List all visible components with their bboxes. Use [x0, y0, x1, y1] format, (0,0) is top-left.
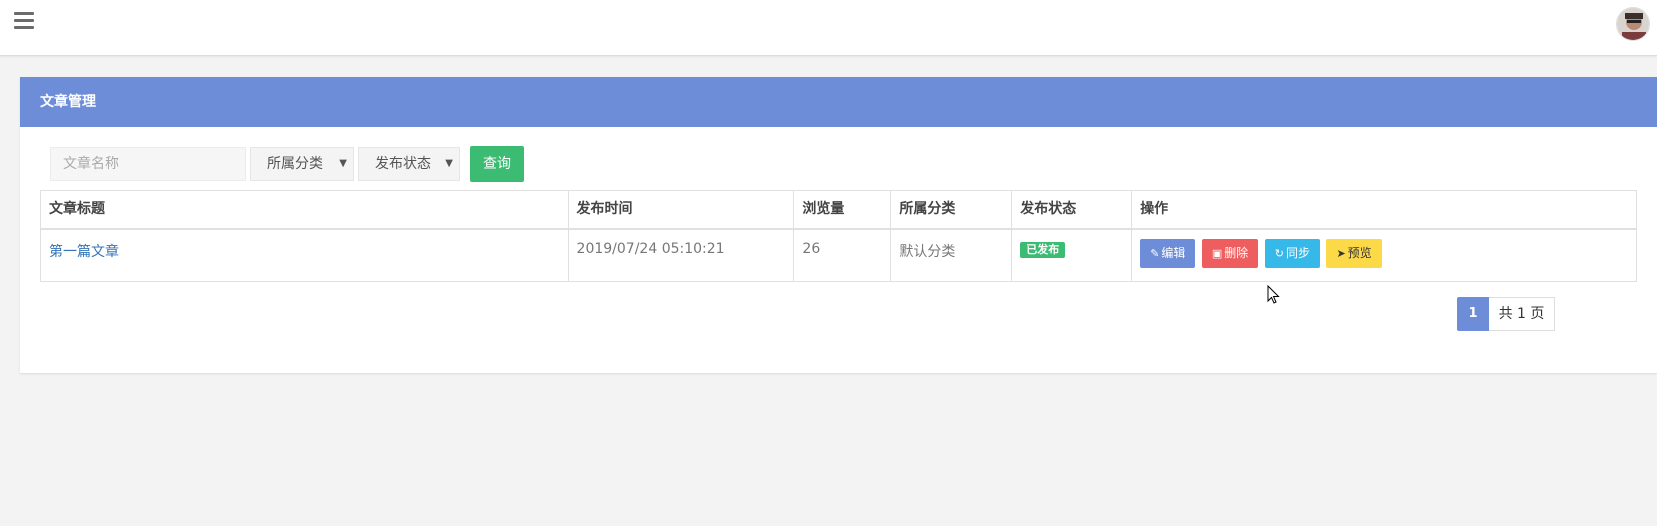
pagination: 1 共 1 页	[1457, 297, 1555, 331]
top-bar	[0, 0, 1657, 56]
table-row: 第一篇文章 2019/07/24 05:10:21 26 默认分类 已发布 ✎ 编…	[40, 228, 1637, 282]
column-header: 文章标题	[40, 190, 569, 230]
status-badge: 已发布	[1020, 242, 1066, 258]
cell-status: 已发布	[1011, 228, 1133, 282]
page-total: 共 1 页	[1489, 297, 1555, 331]
column-header: 所属分类	[890, 190, 1013, 230]
column-header: 操作	[1131, 190, 1637, 230]
column-header: 浏览量	[793, 190, 892, 230]
chevron-down-icon: ▼	[339, 158, 347, 169]
category-select[interactable]: 所属分类 ▼	[250, 147, 354, 181]
article-management-panel: 文章管理 所属分类 ▼ 发布状态 ▼ 查询 文章标题 发布时间 浏览量 所属分类…	[20, 77, 1657, 373]
column-header: 发布状态	[1011, 190, 1133, 230]
user-avatar[interactable]	[1616, 7, 1650, 41]
column-header: 发布时间	[567, 190, 795, 230]
cell-actions: ✎ 编辑 ▣ 删除 ↻ 同步 ➤ 预览	[1131, 228, 1637, 282]
chevron-down-icon: ▼	[445, 158, 453, 169]
status-select-label: 发布状态	[375, 156, 431, 172]
edit-button[interactable]: ✎ 编辑	[1140, 239, 1196, 268]
category-select-label: 所属分类	[267, 156, 323, 172]
sync-label: 同步	[1285, 246, 1310, 260]
table-header-row: 文章标题 发布时间 浏览量 所属分类 发布状态 操作	[40, 190, 1637, 230]
hamburger-menu-icon[interactable]	[14, 12, 34, 30]
preview-label: 预览	[1347, 246, 1372, 260]
mouse-cursor-icon	[1267, 284, 1281, 309]
refresh-icon: ↻	[1274, 247, 1284, 260]
trash-icon: ▣	[1211, 247, 1223, 260]
edit-icon: ✎	[1150, 247, 1160, 260]
sync-button[interactable]: ↻ 同步	[1264, 239, 1320, 268]
preview-button[interactable]: ➤ 预览	[1326, 239, 1382, 268]
edit-label: 编辑	[1161, 246, 1186, 260]
article-title-link[interactable]: 第一篇文章	[49, 244, 119, 260]
cell-category: 默认分类	[890, 228, 1013, 282]
query-button[interactable]: 查询	[470, 146, 524, 182]
panel-title: 文章管理	[20, 77, 1657, 127]
page-button-current[interactable]: 1	[1457, 297, 1489, 331]
cell-views: 26	[793, 228, 892, 282]
articles-table: 文章标题 发布时间 浏览量 所属分类 发布状态 操作 第一篇文章 2019/07…	[40, 190, 1637, 282]
rocket-icon: ➤	[1336, 247, 1346, 260]
article-name-input[interactable]	[50, 147, 246, 181]
cell-title: 第一篇文章	[40, 228, 569, 282]
status-select[interactable]: 发布状态 ▼	[358, 147, 460, 181]
delete-button[interactable]: ▣ 删除	[1201, 239, 1259, 268]
delete-label: 删除	[1224, 246, 1249, 260]
cell-publish-time: 2019/07/24 05:10:21	[567, 228, 795, 282]
